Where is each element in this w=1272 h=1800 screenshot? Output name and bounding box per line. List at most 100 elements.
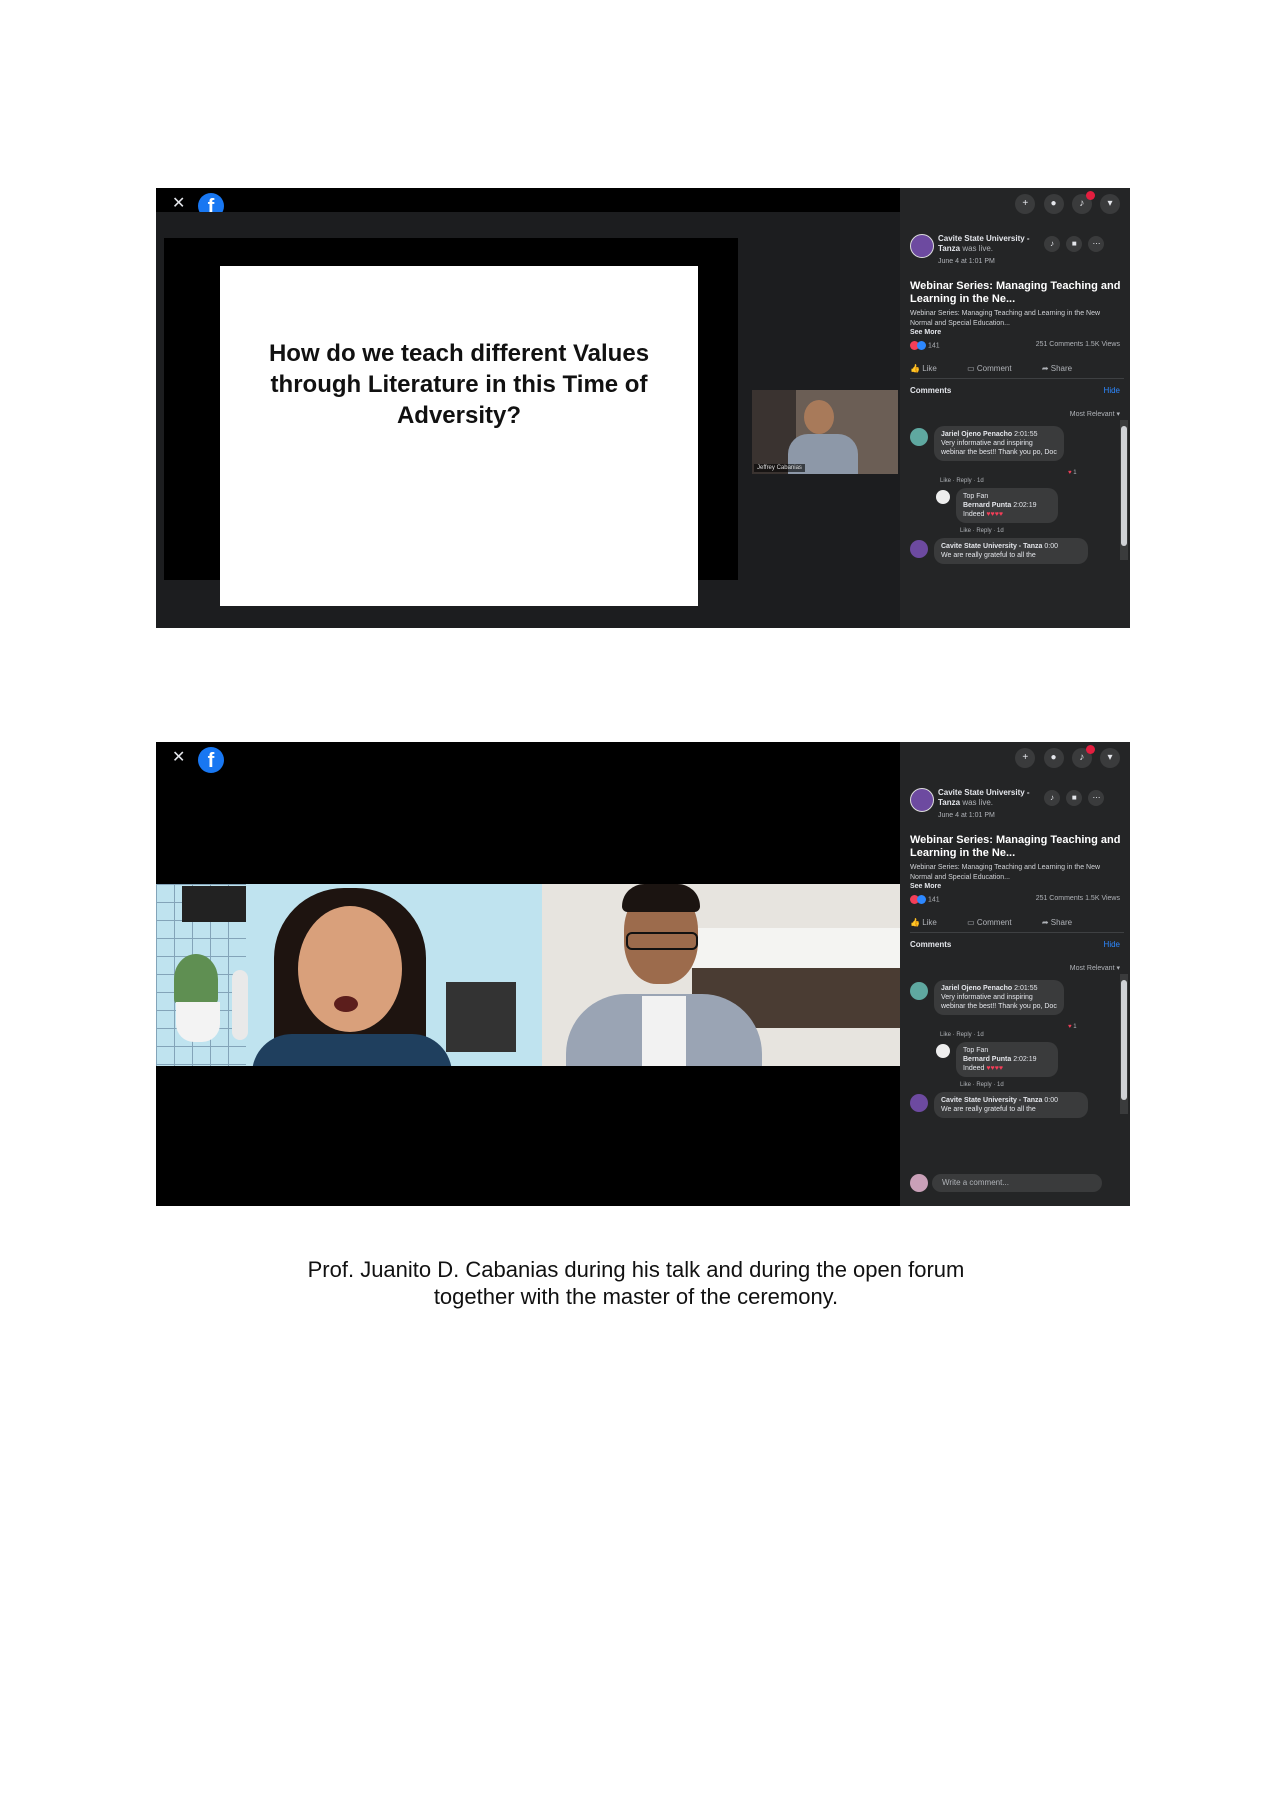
share-label: Share bbox=[1050, 918, 1073, 927]
page-comment-text: We are really grateful to all the bbox=[941, 552, 1036, 559]
facebook-logo-icon[interactable]: f bbox=[198, 747, 224, 773]
reply-text: Indeed bbox=[963, 511, 985, 518]
post-title: Webinar Series: Managing Teaching and Le… bbox=[910, 834, 1121, 859]
page-comment-bubble: Cavite State University - Tanza 0:00 We … bbox=[934, 538, 1088, 564]
viewer-top-bar: ✕ f bbox=[156, 188, 900, 219]
comments-heading: Comments bbox=[910, 940, 952, 949]
user-avatar[interactable] bbox=[910, 1174, 928, 1192]
comment-input[interactable]: Write a comment... bbox=[932, 1174, 1102, 1192]
notify-bell-icon[interactable]: ♪ bbox=[1044, 236, 1060, 252]
caption-line-1: Prof. Juanito D. Cabanias during his tal… bbox=[307, 1257, 965, 1282]
more-icon[interactable]: ⋯ bbox=[1088, 236, 1105, 252]
post-date: June 4 at 1:01 PM bbox=[938, 258, 995, 265]
scroll-thumb[interactable] bbox=[1121, 426, 1127, 546]
account-caret-icon[interactable]: ▾ bbox=[1100, 748, 1120, 768]
reaction-summary[interactable]: 141 bbox=[910, 341, 940, 350]
host-shirt bbox=[252, 1034, 452, 1066]
host-video bbox=[156, 884, 542, 1066]
messenger-icon[interactable]: ● bbox=[1043, 748, 1064, 768]
photo-caption: Prof. Juanito D. Cabanias during his tal… bbox=[236, 1256, 1036, 1310]
share-button[interactable]: ➦ Share bbox=[1042, 918, 1086, 927]
page-avatar[interactable] bbox=[910, 788, 934, 812]
comment-meta[interactable]: Like · Reply · 1d bbox=[940, 1032, 984, 1038]
account-caret-icon[interactable]: ▾ bbox=[1100, 194, 1120, 214]
save-icon[interactable]: ■ bbox=[1066, 790, 1083, 806]
see-more-link[interactable]: See More bbox=[910, 883, 941, 890]
plus-icon[interactable]: + bbox=[1015, 194, 1036, 214]
reply-time[interactable]: 2:02:19 bbox=[1013, 1056, 1036, 1063]
page-comment-time[interactable]: 0:00 bbox=[1044, 1097, 1058, 1104]
like-button[interactable]: 👍 Like bbox=[910, 364, 951, 373]
reply-author[interactable]: Bernard Punta bbox=[963, 502, 1011, 509]
bell-icon[interactable]: ♪ bbox=[1071, 745, 1095, 768]
page-comment-avatar[interactable] bbox=[910, 1094, 928, 1112]
page-comment-author[interactable]: Cavite State University - Tanza bbox=[941, 543, 1042, 550]
slide-question: How do we teach different Values through… bbox=[268, 340, 650, 429]
see-more-link[interactable]: See More bbox=[910, 329, 941, 336]
page-comment-avatar[interactable] bbox=[910, 540, 928, 558]
comments-scrollbar[interactable] bbox=[1120, 420, 1128, 560]
speaker-video bbox=[542, 884, 900, 1066]
comment-button[interactable]: ▭ Comment bbox=[967, 364, 1025, 373]
page-comment-author[interactable]: Cavite State University - Tanza bbox=[941, 1097, 1042, 1104]
hide-comments-link[interactable]: Hide bbox=[1104, 386, 1120, 395]
comment-label: Comment bbox=[976, 918, 1012, 927]
sort-dropdown[interactable]: Most Relevant ▾ bbox=[1070, 410, 1120, 418]
like-label: Like bbox=[922, 918, 937, 927]
commenter-avatar[interactable] bbox=[910, 982, 928, 1000]
speaker-glasses bbox=[626, 932, 698, 950]
video-player[interactable]: How do we teach different Values through… bbox=[156, 212, 900, 628]
like-label: Like bbox=[922, 364, 937, 373]
notify-bell-icon[interactable]: ♪ bbox=[1044, 790, 1060, 806]
page-comment-text: We are really grateful to all the bbox=[941, 1106, 1036, 1113]
reply-author[interactable]: Bernard Punta bbox=[963, 1056, 1011, 1063]
comment-time[interactable]: 2:01:55 bbox=[1014, 985, 1037, 992]
plus-icon[interactable]: + bbox=[1015, 748, 1036, 768]
comment-author[interactable]: Jariel Ojeno Penacho bbox=[941, 985, 1012, 992]
post-actions: 👍 Like ▭ Comment ➦ Share bbox=[910, 918, 1124, 927]
slide-frame: How do we teach different Values through… bbox=[164, 238, 738, 606]
comments-heading: Comments bbox=[910, 386, 952, 395]
comment-time[interactable]: 2:01:55 bbox=[1014, 431, 1037, 438]
reply-text: Indeed bbox=[963, 1065, 985, 1072]
dual-video-feed bbox=[156, 884, 900, 1066]
share-button[interactable]: ➦ Share bbox=[1042, 364, 1086, 373]
commenter-avatar[interactable] bbox=[910, 428, 928, 446]
reply-bubble: Top Fan Bernard Punta 2:02:19 Indeed ♥♥♥… bbox=[956, 488, 1058, 523]
reply-time[interactable]: 2:02:19 bbox=[1013, 502, 1036, 509]
hide-comments-link[interactable]: Hide bbox=[1104, 940, 1120, 949]
comment-button[interactable]: ▭ Comment bbox=[967, 918, 1025, 927]
reply-avatar[interactable] bbox=[936, 490, 950, 504]
post-stats: 251 Comments 1.5K Views bbox=[1035, 895, 1120, 902]
reply-meta[interactable]: Like · Reply · 1d bbox=[960, 528, 1004, 534]
speaker-head bbox=[804, 400, 834, 434]
save-icon[interactable]: ■ bbox=[1066, 236, 1083, 252]
reaction-count: 141 bbox=[927, 896, 940, 904]
bell-icon[interactable]: ♪ bbox=[1071, 191, 1095, 214]
comments-scrollbar[interactable] bbox=[1120, 974, 1128, 1114]
speaker-name-tag: Jeffrey Cabanias bbox=[754, 464, 805, 472]
scroll-thumb[interactable] bbox=[1121, 980, 1127, 1100]
messenger-icon[interactable]: ● bbox=[1043, 194, 1064, 214]
video-player[interactable]: ✕ f bbox=[156, 742, 900, 1206]
divider bbox=[910, 932, 1124, 933]
reaction-summary[interactable]: 141 bbox=[910, 895, 940, 904]
comment-text: Very informative and inspiring webinar t… bbox=[941, 994, 1057, 1010]
sort-dropdown[interactable]: Most Relevant ▾ bbox=[1070, 964, 1120, 972]
reply-avatar[interactable] bbox=[936, 1044, 950, 1058]
more-icon[interactable]: ⋯ bbox=[1088, 790, 1105, 806]
page-comment-time[interactable]: 0:00 bbox=[1044, 543, 1058, 550]
close-icon[interactable]: ✕ bbox=[172, 196, 185, 212]
page-name[interactable]: Cavite State University - Tanza was live… bbox=[938, 234, 1034, 254]
comment-bubble: Jariel Ojeno Penacho 2:01:55 Very inform… bbox=[934, 980, 1064, 1015]
page-avatar[interactable] bbox=[910, 234, 934, 258]
close-icon[interactable]: ✕ bbox=[172, 750, 185, 766]
live-panel: + ● ♪ ▾ Cavite State University - Tanza … bbox=[900, 188, 1130, 628]
comment-author[interactable]: Jariel Ojeno Penacho bbox=[941, 431, 1012, 438]
reply-bubble: Top Fan Bernard Punta 2:02:19 Indeed ♥♥♥… bbox=[956, 1042, 1058, 1077]
reply-meta[interactable]: Like · Reply · 1d bbox=[960, 1082, 1004, 1088]
page-name[interactable]: Cavite State University - Tanza was live… bbox=[938, 788, 1034, 808]
post-stats: 251 Comments 1.5K Views bbox=[1035, 341, 1120, 348]
like-button[interactable]: 👍 Like bbox=[910, 918, 951, 927]
comment-meta[interactable]: Like · Reply · 1d bbox=[940, 478, 984, 484]
